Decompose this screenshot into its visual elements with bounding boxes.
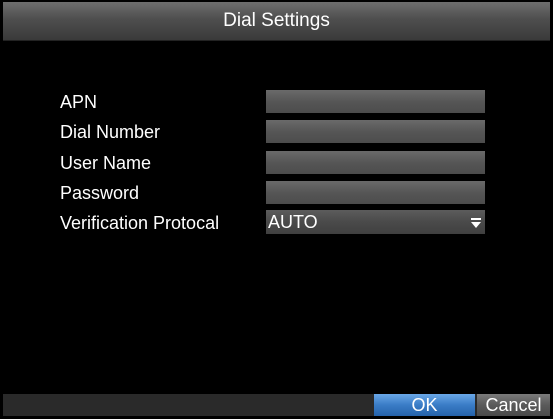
ok-button[interactable]: OK: [374, 394, 475, 416]
apn-label: APN: [60, 92, 98, 112]
user-name-label: User Name: [60, 153, 152, 173]
password-input[interactable]: [266, 181, 485, 204]
title-bar: Dial Settings: [3, 2, 550, 41]
chevron-down-icon[interactable]: [471, 218, 481, 228]
button-bar: OK Cancel: [3, 394, 550, 416]
password-label: Password: [60, 183, 140, 203]
dial-number-label: Dial Number: [60, 122, 161, 142]
dial-number-input[interactable]: [266, 120, 485, 143]
cancel-button[interactable]: Cancel: [477, 394, 550, 416]
verification-protocol-select[interactable]: AUTO: [266, 210, 485, 234]
user-name-input[interactable]: [266, 151, 485, 174]
dialog-title: Dial Settings: [223, 10, 330, 31]
verification-protocol-value: AUTO: [268, 212, 318, 232]
verification-protocol-label: Verification Protocal: [60, 213, 220, 233]
apn-input[interactable]: [266, 90, 485, 113]
dial-settings-dialog: Dial Settings APN Dial Number User Name …: [0, 0, 553, 419]
